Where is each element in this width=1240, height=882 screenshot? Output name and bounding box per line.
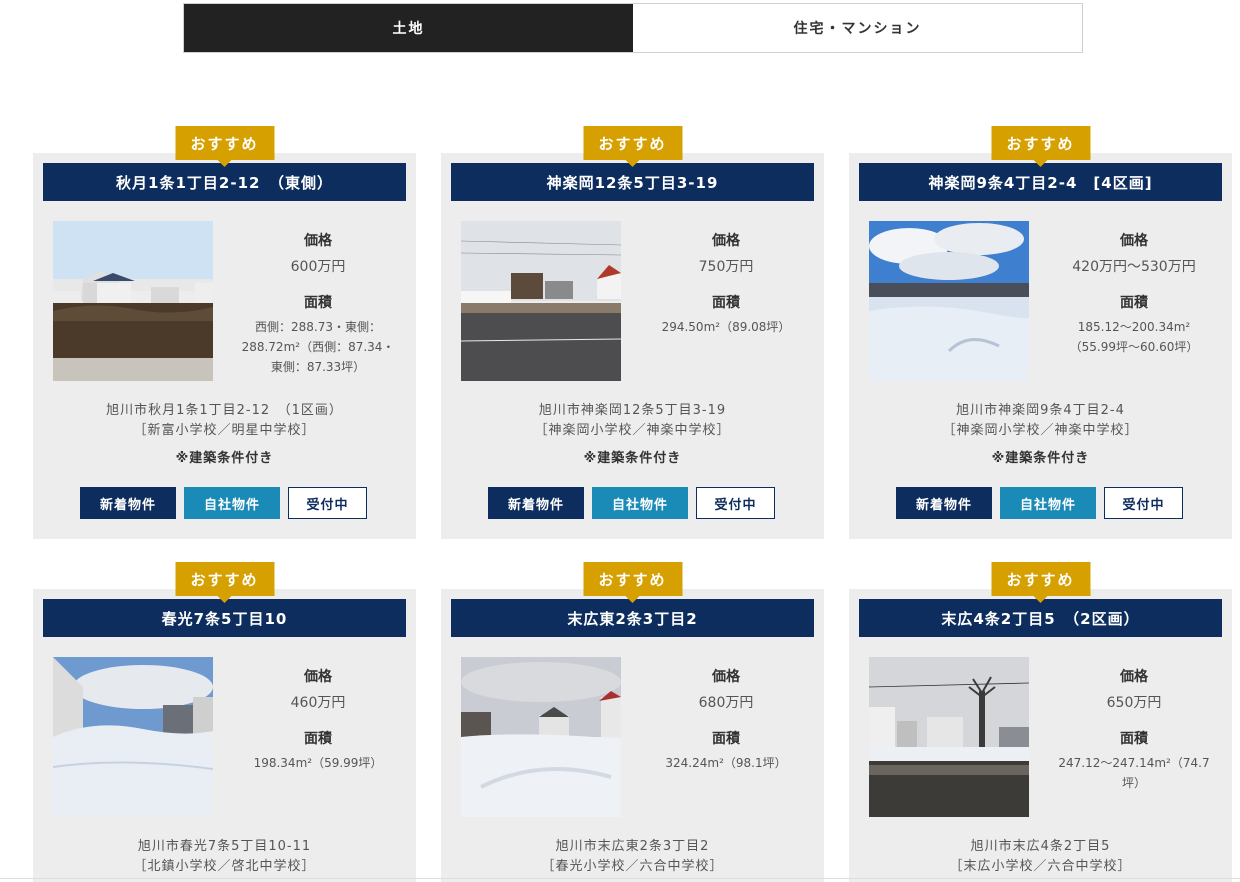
property-card[interactable]: おすすめ 神楽岡9条4丁目2-4 [4区画] 価格 420万円～530万円 面積… [849,126,1232,539]
price-label: 価格 [304,233,332,249]
accepting-tag[interactable]: 受付中 [288,487,367,519]
area-value: 247.12～247.14m²（74.7坪） [1058,756,1210,790]
school-district: ［春光小学校／六合中学校］ [541,859,724,874]
page-divider [0,878,1240,879]
price-label: 価格 [1120,233,1148,249]
area-label: 面積 [304,731,332,747]
price-value: 680万円 [698,695,754,711]
area-label: 面積 [304,295,332,311]
property-photo[interactable] [869,221,1029,381]
tab-land[interactable]: 土地 [184,4,633,52]
building-condition-note: ※建築条件付き [175,451,274,466]
tab-house-mansion[interactable]: 住宅・マンション [633,4,1082,52]
area-value: 198.34m²（59.99坪） [253,756,383,770]
school-district: ［末広小学校／六合中学校］ [949,859,1132,874]
property-photo[interactable] [461,657,621,817]
own-property-tag[interactable]: 自社物件 [592,487,688,519]
property-info: 価格 420万円～530万円 面積 185.12～200.34m²（55.99坪… [1056,231,1212,357]
price-value: 650万円 [1106,695,1162,711]
property-info: 価格 600万円 面積 西側：288.73・東側：288.72m²（西側：87.… [240,231,396,377]
tag-buttons: 新着物件 自社物件 受付中 [896,487,1183,519]
recommended-badge: おすすめ [991,562,1090,596]
own-property-tag[interactable]: 自社物件 [184,487,280,519]
building-condition-note: ※建築条件付き [991,451,1090,466]
recommended-badge: おすすめ [583,562,682,596]
property-card[interactable]: おすすめ 末広4条2丁目5 （2区画） 価格 650万円 面積 247.12～2… [849,562,1232,882]
new-listing-tag[interactable]: 新着物件 [488,487,584,519]
area-value: 西側：288.73・東側：288.72m²（西側：87.34・東側：87.33坪… [241,320,395,374]
building-condition-note: ※建築条件付き [583,451,682,466]
recommended-badge: おすすめ [175,126,274,160]
recommended-badge: おすすめ [991,126,1090,160]
property-title[interactable]: 神楽岡12条5丁目3-19 [451,163,814,201]
property-address: 旭川市春光7条5丁目10-11 ［北鎮小学校／啓北中学校］ [33,837,416,877]
price-label: 価格 [712,233,740,249]
property-card[interactable]: おすすめ 春光7条5丁目10 価格 460万円 面積 198.34m²（59.9… [33,562,416,882]
property-title[interactable]: 末広東2条3丁目2 [451,599,814,637]
accepting-tag[interactable]: 受付中 [696,487,775,519]
school-district: ［神楽岡小学校／神楽中学校］ [534,423,731,438]
area-label: 面積 [712,295,740,311]
property-card[interactable]: おすすめ 神楽岡12条5丁目3-19 価格 750万円 面積 294.50m²（… [441,126,824,539]
property-address: 旭川市秋月1条1丁目2-12 （1区画） ［新富小学校／明星中学校］ [33,401,416,441]
recommended-badge: おすすめ [583,126,682,160]
address-line: 旭川市秋月1条1丁目2-12 （1区画） [106,403,343,418]
accepting-tag[interactable]: 受付中 [1104,487,1183,519]
property-info: 価格 650万円 面積 247.12～247.14m²（74.7坪） [1056,667,1212,793]
address-line: 旭川市春光7条5丁目10-11 [137,839,312,854]
property-title[interactable]: 神楽岡9条4丁目2-4 [4区画] [859,163,1222,201]
price-value: 600万円 [290,259,346,275]
property-info: 価格 460万円 面積 198.34m²（59.99坪） [240,667,396,773]
school-district: ［神楽岡小学校／神楽中学校］ [942,423,1139,438]
property-photo[interactable] [461,221,621,381]
area-label: 面積 [1120,731,1148,747]
new-listing-tag[interactable]: 新着物件 [80,487,176,519]
area-label: 面積 [1120,295,1148,311]
address-line: 旭川市末広4条2丁目5 [970,839,1111,854]
area-value: 324.24m²（98.1坪） [665,756,787,770]
school-district: ［新富小学校／明星中学校］ [133,423,316,438]
area-value: 185.12～200.34m²（55.99坪～60.60坪） [1069,320,1199,354]
new-listing-tag[interactable]: 新着物件 [896,487,992,519]
school-district: ［北鎮小学校／啓北中学校］ [133,859,316,874]
property-title[interactable]: 秋月1条1丁目2-12 （東側） [43,163,406,201]
property-photo[interactable] [869,657,1029,817]
address-line: 旭川市神楽岡12条5丁目3-19 [538,403,727,418]
property-photo[interactable] [53,221,213,381]
tag-buttons: 新着物件 自社物件 受付中 [80,487,367,519]
price-label: 価格 [304,669,332,685]
property-card[interactable]: おすすめ 末広東2条3丁目2 価格 680万円 面積 324.24m²（98.1… [441,562,824,882]
price-label: 価格 [1120,669,1148,685]
property-info: 価格 680万円 面積 324.24m²（98.1坪） [648,667,804,773]
property-address: 旭川市末広4条2丁目5 ［末広小学校／六合中学校］ [849,837,1232,877]
address-line: 旭川市神楽岡9条4丁目2-4 [956,403,1125,418]
address-line: 旭川市末広東2条3丁目2 [555,839,710,854]
own-property-tag[interactable]: 自社物件 [1000,487,1096,519]
property-type-tabs: 土地 住宅・マンション [183,3,1083,53]
property-photo[interactable] [53,657,213,817]
property-address: 旭川市神楽岡9条4丁目2-4 ［神楽岡小学校／神楽中学校］ [849,401,1232,441]
property-title[interactable]: 末広4条2丁目5 （2区画） [859,599,1222,637]
property-card[interactable]: おすすめ 秋月1条1丁目2-12 （東側） 価格 600万円 面積 西側：288… [33,126,416,539]
area-value: 294.50m²（89.08坪） [661,320,791,334]
property-address: 旭川市神楽岡12条5丁目3-19 ［神楽岡小学校／神楽中学校］ [441,401,824,441]
price-value: 750万円 [698,259,754,275]
price-value: 420万円～530万円 [1072,259,1196,275]
property-info: 価格 750万円 面積 294.50m²（89.08坪） [648,231,804,337]
price-value: 460万円 [290,695,346,711]
price-label: 価格 [712,669,740,685]
tag-buttons: 新着物件 自社物件 受付中 [488,487,775,519]
property-address: 旭川市末広東2条3丁目2 ［春光小学校／六合中学校］ [441,837,824,877]
area-label: 面積 [712,731,740,747]
recommended-badge: おすすめ [175,562,274,596]
property-title[interactable]: 春光7条5丁目10 [43,599,406,637]
